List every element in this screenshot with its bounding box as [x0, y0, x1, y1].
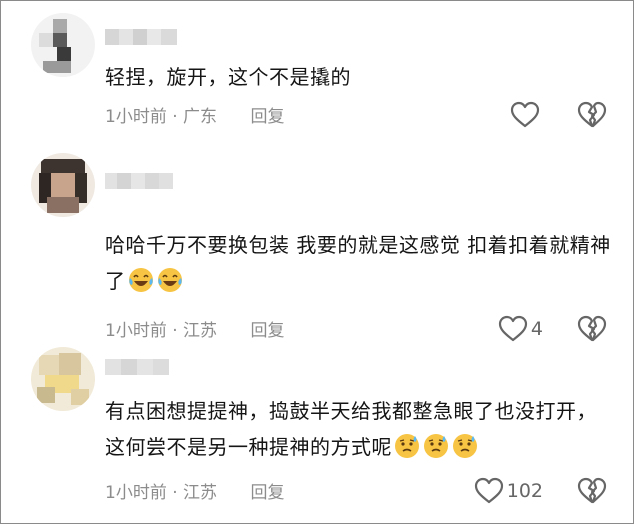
- sweat-emoji: [422, 432, 450, 460]
- broken-heart-outline-icon: [577, 477, 607, 504]
- username[interactable]: [105, 359, 169, 375]
- heart-outline-icon: [474, 477, 503, 504]
- like-button[interactable]: 102: [474, 477, 543, 505]
- reply-button[interactable]: 回复: [250, 483, 284, 503]
- comment-list: 轻捏，旋开，这个不是撬的 1小时前 · 广东 回复 哈哈千万不要换包装 我要的就…: [0, 0, 634, 524]
- sweat-emoji: [451, 432, 479, 460]
- comment-actions: 102: [474, 477, 607, 505]
- comment-text: 有点困想提提神，捣鼓半天给我都整急眼了也没打开，这何尝不是另一种提神的方式呢: [105, 399, 597, 460]
- like-count: 102: [506, 480, 543, 502]
- comment-meta: 1小时前 · 江苏 回复: [105, 483, 285, 503]
- comment-item: 有点困想提提神，捣鼓半天给我都整急眼了也没打开，这何尝不是另一种提神的方式呢 1…: [1, 1, 633, 523]
- avatar[interactable]: [31, 347, 95, 411]
- sweat-emoji: [393, 432, 421, 460]
- comment-location: 江苏: [183, 483, 218, 503]
- dislike-button[interactable]: [577, 477, 607, 505]
- comment-time: 1小时前: [105, 483, 167, 503]
